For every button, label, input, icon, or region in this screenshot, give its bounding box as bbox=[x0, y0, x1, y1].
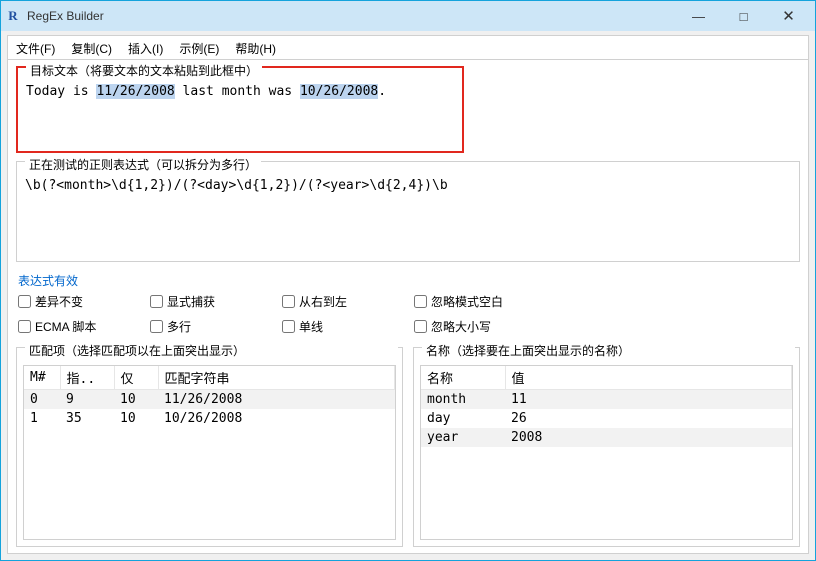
app-icon: R bbox=[5, 8, 21, 24]
regex-label: 正在测试的正则表达式（可以拆分为多行） bbox=[25, 156, 261, 173]
menu-insert[interactable]: 插入(I) bbox=[128, 40, 163, 57]
col-mnum[interactable]: M# bbox=[24, 366, 60, 390]
match-highlight: 11/26/2008 bbox=[96, 84, 174, 99]
matches-table: M# 指.. 仅 匹配字符串 0 9 10 11/26/2008 bbox=[24, 366, 395, 428]
menu-file[interactable]: 文件(F) bbox=[16, 40, 55, 57]
table-row[interactable]: 0 9 10 11/26/2008 bbox=[24, 390, 395, 410]
checkbox-rtl[interactable] bbox=[282, 295, 295, 308]
regex-input[interactable]: \b(?<month>\d{1,2})/(?<day>\d{1,2})/(?<y… bbox=[23, 177, 793, 255]
option-ecma[interactable]: ECMA 脚本 bbox=[18, 318, 150, 335]
table-row[interactable]: month 11 bbox=[421, 390, 792, 410]
col-len[interactable]: 仅 bbox=[114, 366, 158, 390]
option-ignorews[interactable]: 忽略模式空白 bbox=[414, 293, 546, 310]
app-window: R RegEx Builder — □ ✕ 文件(F) 复制(C) 插入(I) … bbox=[0, 0, 816, 561]
menu-sample[interactable]: 示例(E) bbox=[179, 40, 219, 57]
table-row[interactable]: year 2008 bbox=[421, 428, 792, 447]
checkbox-single[interactable] bbox=[282, 320, 295, 333]
checkbox-diff[interactable] bbox=[18, 295, 31, 308]
menu-copy[interactable]: 复制(C) bbox=[71, 40, 112, 57]
option-single[interactable]: 单线 bbox=[282, 318, 414, 335]
option-rtl[interactable]: 从右到左 bbox=[282, 293, 414, 310]
col-index[interactable]: 指.. bbox=[60, 366, 114, 390]
matches-label: 匹配项（选择匹配项以在上面突出显示） bbox=[25, 342, 398, 359]
window-title: RegEx Builder bbox=[27, 9, 676, 23]
names-group: 名称（选择要在上面突出显示的名称） 名称 值 month 11 bbox=[413, 347, 800, 547]
status-label: 表达式有效 bbox=[16, 270, 800, 293]
col-name[interactable]: 名称 bbox=[421, 366, 505, 390]
names-table-wrap[interactable]: 名称 值 month 11 day 26 bbox=[420, 365, 793, 540]
content-area: 目标文本（将要文本的文本粘贴到此框中） Today is 11/26/2008 … bbox=[7, 60, 809, 554]
checkbox-ecma[interactable] bbox=[18, 320, 31, 333]
option-diff[interactable]: 差异不变 bbox=[18, 293, 150, 310]
menu-help[interactable]: 帮助(H) bbox=[235, 40, 276, 57]
matches-group: 匹配项（选择匹配项以在上面突出显示） M# 指.. 仅 匹配字符串 0 9 bbox=[16, 347, 403, 547]
titlebar[interactable]: R RegEx Builder — □ ✕ bbox=[1, 1, 815, 31]
names-label: 名称（选择要在上面突出显示的名称） bbox=[422, 342, 795, 359]
checkbox-explicit[interactable] bbox=[150, 295, 163, 308]
checkbox-ignorews[interactable] bbox=[414, 295, 427, 308]
names-table: 名称 值 month 11 day 26 bbox=[421, 366, 792, 447]
checkbox-multiline[interactable] bbox=[150, 320, 163, 333]
matches-table-wrap[interactable]: M# 指.. 仅 匹配字符串 0 9 10 11/26/2008 bbox=[23, 365, 396, 540]
regex-group: 正在测试的正则表达式（可以拆分为多行） \b(?<month>\d{1,2})/… bbox=[16, 161, 800, 262]
option-multiline[interactable]: 多行 bbox=[150, 318, 282, 335]
minimize-button[interactable]: — bbox=[676, 2, 721, 30]
table-row[interactable]: 1 35 10 10/26/2008 bbox=[24, 409, 395, 428]
target-text-group: 目标文本（将要文本的文本粘贴到此框中） Today is 11/26/2008 … bbox=[16, 66, 464, 153]
option-explicit[interactable]: 显式捕获 bbox=[150, 293, 282, 310]
window-controls: — □ ✕ bbox=[676, 2, 811, 30]
col-value[interactable]: 匹配字符串 bbox=[158, 366, 395, 390]
target-text-label: 目标文本（将要文本的文本粘贴到此框中） bbox=[26, 62, 262, 79]
match-highlight: 10/26/2008 bbox=[300, 84, 378, 99]
menubar: 文件(F) 复制(C) 插入(I) 示例(E) 帮助(H) bbox=[7, 35, 809, 60]
bottom-panels: 匹配项（选择匹配项以在上面突出显示） M# 指.. 仅 匹配字符串 0 9 bbox=[16, 347, 800, 547]
checkbox-ignorecase[interactable] bbox=[414, 320, 427, 333]
maximize-button[interactable]: □ bbox=[721, 2, 766, 30]
target-text-input[interactable]: Today is 11/26/2008 last month was 10/26… bbox=[24, 83, 456, 145]
option-ignorecase[interactable]: 忽略大小写 bbox=[414, 318, 546, 335]
table-row[interactable]: day 26 bbox=[421, 409, 792, 428]
col-value[interactable]: 值 bbox=[505, 366, 792, 390]
options-section: 表达式有效 差异不变 显式捕获 从右到左 忽略模式空白 ECMA 脚本 多行 单… bbox=[16, 270, 800, 339]
close-button[interactable]: ✕ bbox=[766, 2, 811, 30]
